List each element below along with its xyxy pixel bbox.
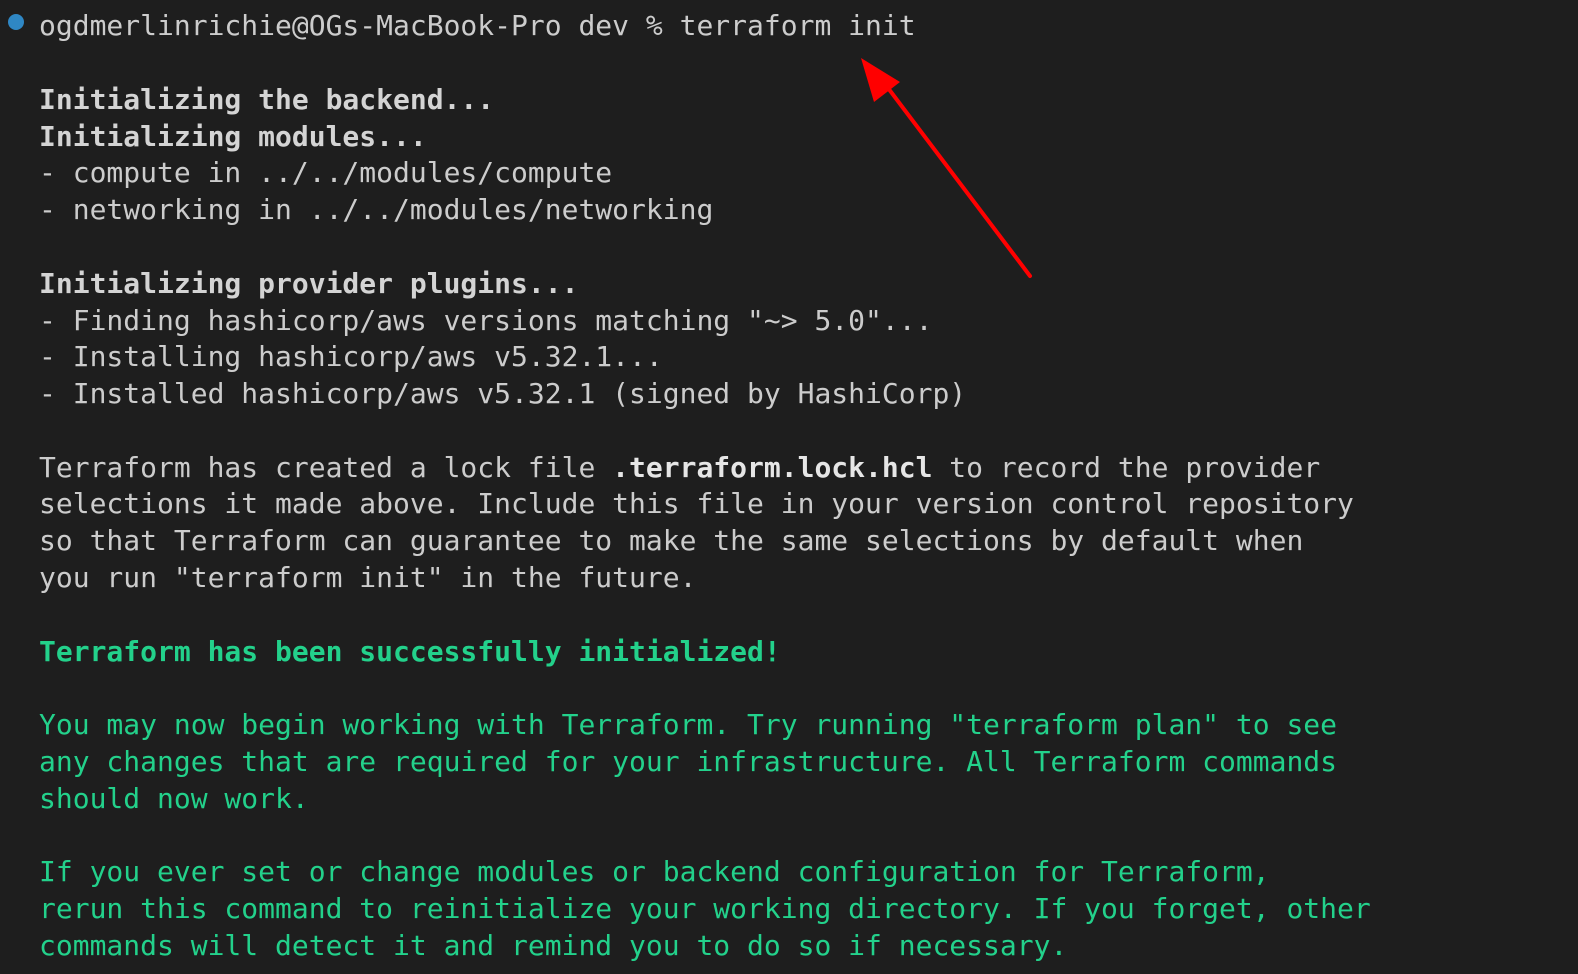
success-para1-line: should now work. (39, 782, 309, 815)
provider-line: - Installed hashicorp/aws v5.32.1 (signe… (39, 377, 967, 410)
terminal-output: ogdmerlinrichie@OGs-MacBook-Pro dev % te… (0, 0, 1578, 974)
success-para1-line: any changes that are required for your i… (39, 745, 1338, 778)
lockfile-suffix: to record the provider (932, 451, 1321, 484)
init-backend-heading: Initializing the backend... (39, 83, 495, 116)
shell-prompt-command: ogdmerlinrichie@OGs-MacBook-Pro dev % te… (39, 9, 916, 42)
success-headline: Terraform has been successfully initiali… (39, 635, 781, 668)
init-modules-heading: Initializing modules... (39, 120, 427, 153)
provider-line: - Installing hashicorp/aws v5.32.1... (39, 340, 663, 373)
provider-line: - Finding hashicorp/aws versions matchin… (39, 304, 933, 337)
module-line: - compute in ../../modules/compute (39, 156, 613, 189)
lockfile-line-3: so that Terraform can guarantee to make … (39, 524, 1304, 557)
module-line: - networking in ../../modules/networking (39, 193, 714, 226)
init-provider-plugins-heading: Initializing provider plugins... (39, 267, 579, 300)
circle-status-icon (8, 14, 24, 30)
success-para2-line: If you ever set or change modules or bac… (39, 855, 1270, 888)
lockfile-line-1: Terraform has created a lock file .terra… (39, 450, 1320, 486)
lockfile-filename: .terraform.lock.hcl (612, 451, 933, 484)
success-para2-line: commands will detect it and remind you t… (39, 929, 1068, 962)
success-para2-line: rerun this command to reinitialize your … (39, 892, 1371, 925)
success-para1-line: You may now begin working with Terraform… (39, 708, 1338, 741)
lockfile-prefix: Terraform has created a lock file (39, 451, 613, 484)
lockfile-line-2: selections it made above. Include this f… (39, 487, 1354, 520)
lockfile-line-4: you run "terraform init" in the future. (39, 561, 697, 594)
